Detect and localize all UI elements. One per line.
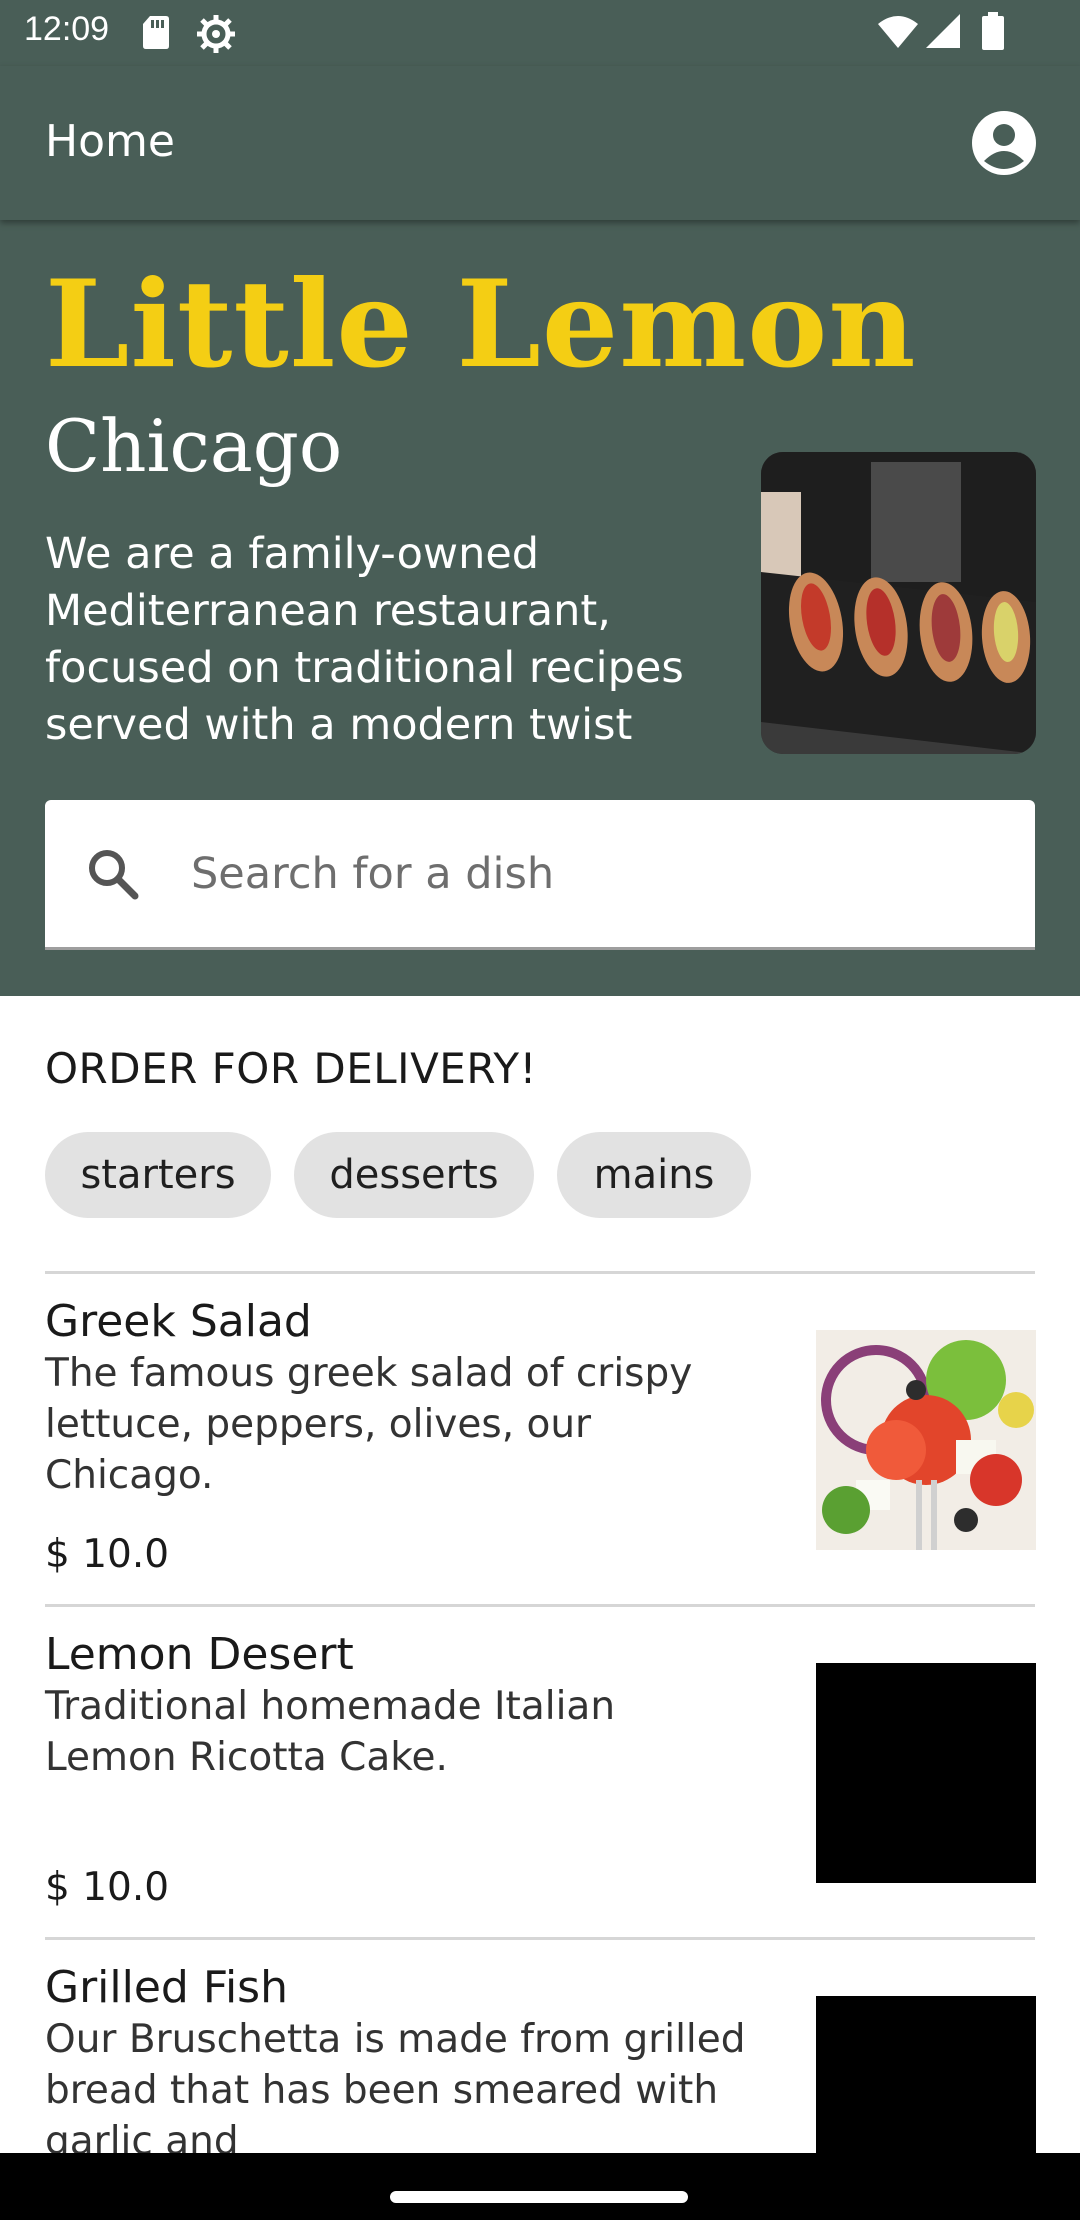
gear-icon	[197, 15, 235, 53]
divider	[45, 1604, 1035, 1607]
home-gesture-handle[interactable]	[390, 2191, 688, 2203]
status-bar: 12:09	[0, 0, 1080, 66]
menu-item-description: Our Bruschetta is made from grilled brea…	[45, 2017, 746, 2164]
delivery-heading: ORDER FOR DELIVERY!	[45, 1044, 537, 1093]
menu-item-greek-salad[interactable]: Greek Salad The famous greek salad of cr…	[45, 1296, 1036, 1596]
menu-item-price: $ 10.0	[45, 1865, 170, 1910]
category-chip-desserts[interactable]: desserts	[294, 1132, 534, 1218]
restaurant-name: Little Lemon	[45, 254, 917, 395]
category-chip-starters[interactable]: starters	[45, 1132, 271, 1218]
divider	[45, 1937, 1035, 1940]
menu-item-name: Lemon Desert	[45, 1629, 354, 1680]
menu-item-lemon-desert[interactable]: Lemon Desert Traditional homemade Italia…	[45, 1629, 1036, 1929]
battery-icon	[982, 12, 1004, 50]
restaurant-city: Chicago	[45, 404, 343, 488]
sd-card-icon	[143, 16, 169, 49]
greek-salad-image	[816, 1330, 1036, 1550]
menu-item-description: The famous greek salad of crispy lettuce…	[45, 1351, 693, 1498]
menu-item-name: Grilled Fish	[45, 1962, 288, 2013]
search-input[interactable]	[189, 838, 993, 910]
top-app-bar: Home	[0, 66, 1080, 220]
search-field[interactable]	[45, 800, 1035, 950]
menu-item-name: Greek Salad	[45, 1296, 312, 1347]
hero-dish-image	[761, 452, 1036, 754]
signal-icon	[926, 14, 960, 48]
divider	[45, 1271, 1035, 1274]
menu-item-description: Traditional homemade Italian Lemon Ricot…	[45, 1684, 616, 1780]
search-icon	[89, 850, 139, 900]
lemon-desert-image	[816, 1663, 1036, 1883]
account-circle-icon[interactable]	[972, 111, 1036, 175]
hero-section: Little Lemon Chicago We are a family-own…	[0, 220, 1080, 996]
navigation-bar	[0, 2153, 1080, 2220]
menu-item-price: $ 10.0	[45, 1532, 170, 1577]
category-chip-mains[interactable]: mains	[557, 1132, 751, 1218]
wifi-icon	[878, 16, 918, 48]
app-bar-title: Home	[45, 116, 175, 167]
status-time: 12:09	[24, 10, 110, 48]
restaurant-description: We are a family-owned Mediterranean rest…	[45, 529, 684, 750]
